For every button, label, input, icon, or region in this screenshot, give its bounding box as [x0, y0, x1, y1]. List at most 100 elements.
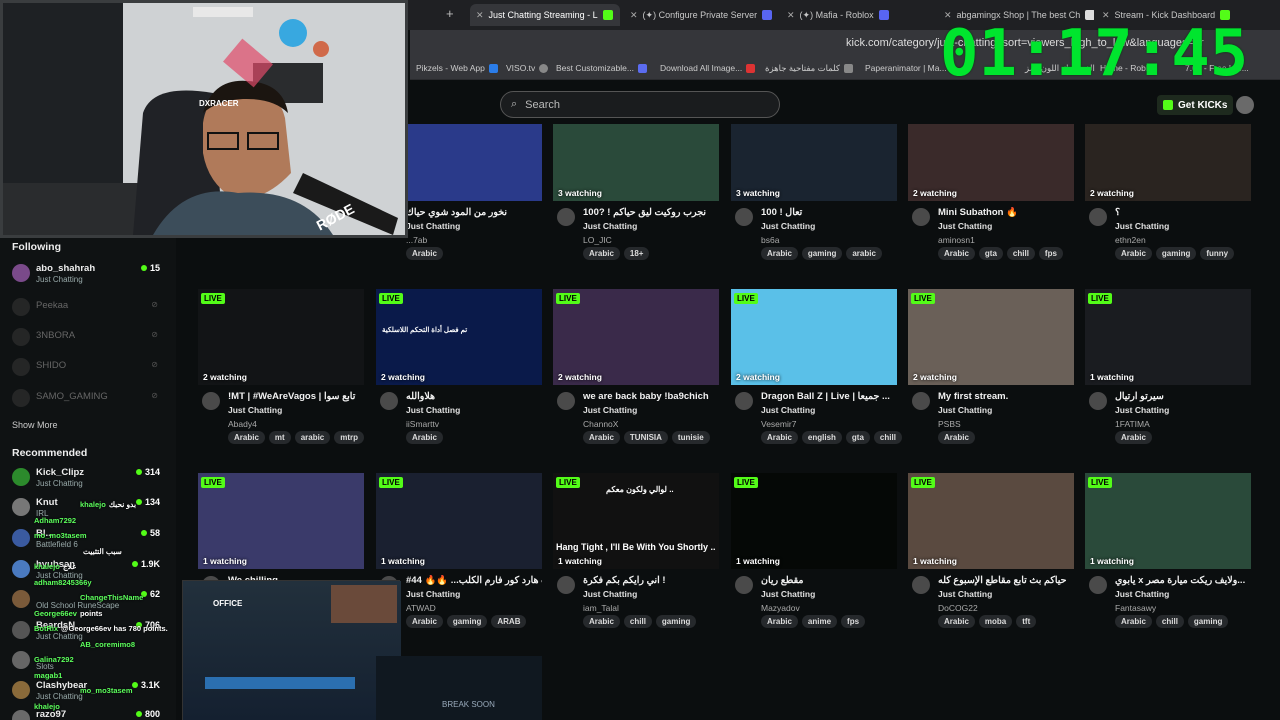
stream-card[interactable]: LIVE 2 watching My first stream. Just Chatt… — [908, 289, 1074, 447]
stream-category[interactable]: Just Chatting — [938, 589, 992, 599]
stream-title[interactable]: 100 ! تعال — [761, 207, 897, 218]
tag-chip[interactable]: Arabic — [406, 615, 443, 628]
bookmark-paperanimator[interactable]: Paperanimator | Ma... — [865, 63, 947, 73]
stream-card[interactable]: LIVE 2 watching Dragon Ball Z | Live | جمي… — [731, 289, 902, 447]
tag-chip[interactable]: moba — [978, 615, 1013, 628]
tag-chip[interactable]: gta — [978, 247, 1003, 260]
channel-avatar[interactable] — [735, 208, 753, 226]
stream-title[interactable]: Mini Subathon 🔥 — [938, 207, 1074, 218]
stream-category[interactable]: Just Chatting — [1115, 221, 1169, 231]
stream-category[interactable]: Just Chatting — [761, 405, 815, 415]
channel-name[interactable]: ...7ab — [406, 235, 427, 245]
channel-name[interactable]: PSBS — [938, 419, 961, 429]
stream-card[interactable]: 2 watching ؟ Just Chatting ethn2en Arabic gam… — [1085, 124, 1251, 263]
tag-chip[interactable]: gaming — [801, 247, 843, 260]
sidebar-item-3nbora[interactable]: 3NBORA ⊘ — [12, 326, 172, 352]
tab-mafia-roblox[interactable]: ✕ (✦) Mafia - Roblox — [787, 4, 927, 26]
channel-name[interactable]: 1FATIMA — [1115, 419, 1150, 429]
stream-thumbnail[interactable]: LIVE 1 watching — [376, 473, 542, 569]
stream-title[interactable]: نخور من المود شوي حياك — [406, 207, 542, 218]
stream-thumbnail[interactable]: LIVE 1 watching — [198, 473, 364, 569]
stream-thumbnail[interactable]: LIVE 2 watching — [553, 289, 719, 385]
sidebar-item-shido[interactable]: SHIDO ⊘ — [12, 356, 172, 382]
close-icon[interactable]: ✕ — [630, 10, 638, 21]
stream-card[interactable]: LIVE 1 watching اني رايكم بكم فكرة ! Just C… — [553, 473, 719, 631]
stream-category[interactable]: Just Chatting — [761, 221, 815, 231]
stream-title[interactable]: حياكم بث تابع مقاطع الإسبوع كله — [938, 575, 1074, 586]
tag-chip[interactable]: TUNISIA — [623, 431, 668, 444]
stream-thumbnail[interactable]: 3 watching — [731, 124, 897, 201]
tag-chip[interactable]: Arabic — [761, 431, 798, 444]
stream-category[interactable]: Just Chatting — [583, 221, 637, 231]
tag-chip[interactable]: Arabic — [1115, 615, 1152, 628]
stream-category[interactable]: Just Chatting — [583, 589, 637, 599]
new-tab-plus-icon[interactable]: + — [446, 6, 454, 21]
stream-card[interactable]: 3 watching 100 ! تعال Just Chatting bs6a Ara… — [731, 124, 897, 263]
channel-avatar[interactable] — [202, 392, 220, 410]
channel-avatar[interactable] — [1089, 576, 1107, 594]
stream-category[interactable]: Just Chatting — [938, 405, 992, 415]
bookmark-keywords[interactable]: كلمات مفتاحية جاهزة — [765, 63, 853, 74]
stream-category[interactable]: Just Chatting — [938, 221, 992, 231]
stream-card[interactable]: 2 watching Mini Subathon 🔥 Just Chatting am… — [908, 124, 1074, 263]
close-icon[interactable]: ✕ — [787, 10, 795, 21]
tag-chip[interactable]: ARAB — [491, 615, 527, 628]
channel-name[interactable]: ethn2en — [1115, 235, 1146, 245]
sidebar-item-knut[interactable]: Knut IRL 134 — [12, 496, 172, 522]
stream-thumbnail[interactable]: LIVE 1 watching — [1085, 289, 1251, 385]
tab-configure-private-server[interactable]: ✕ (✦) Configure Private Server — [630, 4, 780, 26]
bookmark-best-customizable[interactable]: Best Customizable... — [556, 63, 647, 73]
sidebar-item-hyubsan[interactable]: hyubsan Just Chatting 1.9K — [12, 558, 172, 584]
channel-name[interactable]: Fantasawy — [1115, 603, 1156, 613]
stream-category[interactable]: Just Chatting — [761, 589, 815, 599]
channel-avatar[interactable] — [557, 392, 575, 410]
channel-name[interactable]: Mazyadov — [761, 603, 800, 613]
stream-card[interactable]: LIVE 1 watching مقطع ريان Just Chatting Mazy… — [731, 473, 897, 631]
stream-card[interactable]: LIVE 1 watching حياكم بث تابع مقاطع الإسبو… — [908, 473, 1074, 631]
bottom-stream-thumbnail[interactable]: BREAK SOON — [376, 656, 542, 720]
channel-avatar[interactable] — [735, 576, 753, 594]
tag-chip[interactable]: fps — [841, 615, 866, 628]
channel-name[interactable]: LO_JIC — [583, 235, 612, 245]
channel-avatar[interactable] — [735, 392, 753, 410]
channel-name[interactable]: bs6a — [761, 235, 779, 245]
close-icon[interactable]: ✕ — [476, 10, 484, 21]
stream-title[interactable]: 100? ! نجرب روكيت ليق حياكم — [583, 207, 719, 218]
stream-thumbnail[interactable]: LIVE 2 watching — [198, 289, 364, 385]
sidebar-item-osrs[interactable]: Old School RuneScape 62 — [12, 588, 172, 614]
stream-title[interactable]: يابوي x ولايف ريكت ميارة مصر... — [1115, 575, 1251, 586]
channel-avatar[interactable] — [1089, 208, 1107, 226]
tag-chip[interactable]: arabic — [846, 247, 882, 260]
stream-category[interactable]: Just Chatting — [406, 589, 460, 599]
tag-chip[interactable]: gaming — [1155, 247, 1197, 260]
tag-chip[interactable]: mt — [268, 431, 291, 444]
tag-chip[interactable]: anime — [801, 615, 838, 628]
stream-title[interactable]: ؟ — [1115, 207, 1251, 218]
channel-name[interactable]: Abady4 — [228, 419, 257, 429]
stream-card[interactable]: LIVE 2 watching !MT | #WeAreVagos | تابع س… — [198, 289, 365, 447]
channel-name[interactable]: iiSmarttv — [406, 419, 439, 429]
sidebar-item-abo-shahrah[interactable]: abo_shahrah Just Chatting 15 — [12, 262, 172, 288]
stream-category[interactable]: Just Chatting — [1115, 405, 1169, 415]
tag-chip[interactable]: Arabic — [938, 247, 975, 260]
sidebar-item-peekaa[interactable]: Peekaa ⊘ — [12, 296, 172, 322]
stream-card[interactable]: LIVE 2 watching هلاوالله Just Chatting iiSma… — [376, 289, 542, 447]
stream-card[interactable]: LIVE 1 watching يابوي x ولايف ريكت ميارة م… — [1085, 473, 1251, 631]
stream-thumbnail[interactable]: LIVE 1 watching — [1085, 473, 1251, 569]
channel-name[interactable]: Vesemir7 — [761, 419, 796, 429]
stream-thumbnail[interactable]: 2 watching — [908, 124, 1074, 201]
stream-card[interactable]: 3 watching 100? ! نجرب روكيت ليق حياكم Jus… — [553, 124, 719, 263]
tag-chip[interactable]: english — [801, 431, 842, 444]
stream-thumbnail[interactable]: 2 watching — [1085, 124, 1251, 201]
stream-category[interactable]: Just Chatting — [1115, 589, 1169, 599]
stream-title[interactable]: we are back baby !ba9chich — [583, 391, 719, 402]
tag-chip[interactable]: Arabic — [1115, 247, 1152, 260]
channel-name[interactable]: ATWAD — [406, 603, 436, 613]
channel-avatar[interactable] — [912, 392, 930, 410]
stream-category[interactable]: Just Chatting — [583, 405, 637, 415]
sidebar-item-clashybear[interactable]: Clashybear Just Chatting 3.1K — [12, 679, 172, 705]
tag-chip[interactable]: Arabic — [406, 247, 443, 260]
tag-chip[interactable]: Arabic — [583, 431, 620, 444]
stream-thumbnail[interactable]: LIVE 2 watching — [908, 289, 1074, 385]
tag-chip[interactable]: Arabic — [406, 431, 443, 444]
